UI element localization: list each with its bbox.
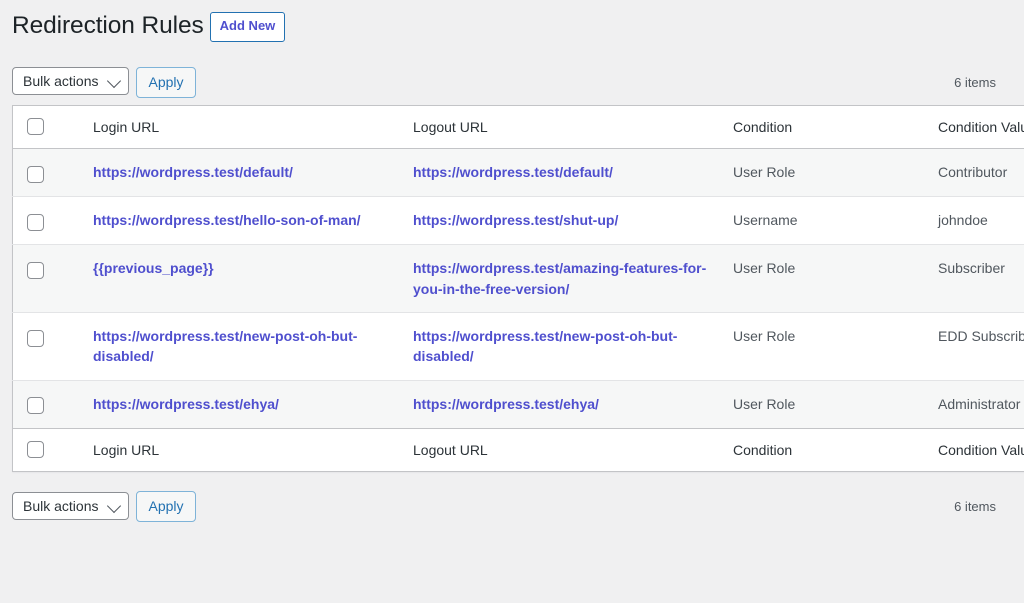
cell-login-url: https://wordpress.test/default/ — [83, 148, 403, 196]
logout-url-link[interactable]: https://wordpress.test/shut-up/ — [413, 212, 618, 228]
column-footer-condition[interactable]: Condition — [723, 428, 928, 472]
select-all-checkbox-top[interactable] — [27, 117, 44, 135]
cell-condition: User Role — [733, 327, 796, 344]
row-checkbox[interactable] — [27, 213, 44, 231]
select-all-header-bottom — [12, 428, 83, 472]
login-url-link[interactable]: {{previous_page}} — [93, 260, 214, 276]
items-count-bottom: 6 items — [954, 499, 996, 515]
logout-url-link[interactable]: https://wordpress.test/ehya/ — [413, 396, 599, 412]
column-header-condition[interactable]: Condition — [723, 105, 928, 149]
table-row: https://wordpress.test/ehya/ https://wor… — [12, 380, 1024, 429]
row-checkbox[interactable] — [27, 329, 44, 347]
column-footer-login-url[interactable]: Login URL — [83, 428, 403, 472]
cell-condition: User Role — [733, 163, 796, 180]
cell-login-url: https://wordpress.test/hello-son-of-man/ — [83, 197, 403, 245]
table-footer-row: Login URL Logout URL Condition Condition… — [12, 428, 1024, 472]
row-select-cell — [13, 197, 84, 245]
logout-url-link[interactable]: https://wordpress.test/new-post-oh-but-d… — [413, 328, 677, 364]
login-url-link[interactable]: https://wordpress.test/hello-son-of-man/ — [93, 212, 361, 228]
select-all-header-top — [12, 105, 83, 149]
cell-condition-value: Subscriber — [938, 260, 1005, 277]
row-checkbox[interactable] — [27, 165, 44, 183]
cell-login-url: https://wordpress.test/ehya/ — [83, 380, 403, 428]
cell-condition: Username — [733, 212, 798, 229]
table-row: https://wordpress.test/default/ https://… — [12, 148, 1024, 197]
cell-login-url: {{previous_page}} — [83, 245, 403, 313]
cell-condition-value: EDD Subscriber — [938, 327, 1024, 344]
row-checkbox[interactable] — [27, 262, 44, 280]
row-select-cell — [13, 245, 84, 313]
logout-url-link[interactable]: https://wordpress.test/default/ — [413, 164, 613, 180]
bulk-actions-select-top[interactable]: Bulk actions — [12, 67, 130, 96]
column-header-login-url[interactable]: Login URL — [83, 105, 403, 149]
apply-button-bottom[interactable]: Apply — [136, 491, 196, 523]
table-row: {{previous_page}} https://wordpress.test… — [12, 244, 1024, 313]
cell-condition-value: Contributor — [938, 163, 1008, 180]
redirection-rules-table: Login URL Logout URL Condition Condition… — [12, 105, 1024, 472]
row-checkbox[interactable] — [27, 397, 44, 415]
table-row: https://wordpress.test/new-post-oh-but-d… — [12, 312, 1024, 380]
page-title: Redirection Rules — [12, 12, 204, 40]
bulk-actions-wrapper-bottom: Bulk actions — [12, 491, 130, 520]
tablenav-bottom: Bulk actions Apply 6 items — [0, 484, 1024, 530]
table-head: Login URL Logout URL Condition Condition… — [12, 105, 1024, 149]
login-url-link[interactable]: https://wordpress.test/ehya/ — [93, 396, 279, 412]
cell-condition-value: johndoe — [938, 212, 988, 229]
select-all-checkbox-bottom[interactable] — [27, 440, 44, 458]
logout-url-link[interactable]: https://wordpress.test/amazing-features-… — [413, 260, 706, 296]
bulk-actions-select-bottom[interactable]: Bulk actions — [12, 491, 130, 520]
page-header: Redirection Rules Add New — [0, 0, 1024, 46]
row-select-cell — [13, 380, 84, 428]
apply-button-top[interactable]: Apply — [136, 66, 196, 98]
table-body: https://wordpress.test/default/ https://… — [12, 148, 1024, 429]
login-url-link[interactable]: https://wordpress.test/default/ — [93, 164, 293, 180]
tablenav-top: Bulk actions Apply 6 items — [0, 59, 1024, 105]
column-header-condition-value[interactable]: Condition Value — [928, 105, 1024, 149]
cell-condition: User Role — [733, 395, 796, 412]
table-foot: Login URL Logout URL Condition Condition… — [12, 428, 1024, 472]
items-count-top: 6 items — [954, 74, 996, 90]
column-footer-condition-value[interactable]: Condition Value — [928, 428, 1024, 472]
cell-condition-value: Administrator — [938, 395, 1021, 412]
cell-logout-url: https://wordpress.test/new-post-oh-but-d… — [403, 312, 723, 380]
row-select-cell — [13, 312, 84, 380]
cell-logout-url: https://wordpress.test/default/ — [403, 148, 723, 196]
column-footer-logout-url[interactable]: Logout URL — [403, 428, 723, 472]
row-select-cell — [13, 148, 84, 196]
bulk-actions-wrapper: Bulk actions — [12, 67, 130, 96]
cell-logout-url: https://wordpress.test/shut-up/ — [403, 197, 723, 245]
cell-logout-url: https://wordpress.test/ehya/ — [403, 380, 723, 428]
cell-logout-url: https://wordpress.test/amazing-features-… — [403, 245, 723, 313]
table-header-row: Login URL Logout URL Condition Condition… — [12, 105, 1024, 149]
add-new-button[interactable]: Add New — [209, 12, 286, 42]
column-header-logout-url[interactable]: Logout URL — [403, 105, 723, 149]
login-url-link[interactable]: https://wordpress.test/new-post-oh-but-d… — [93, 328, 357, 364]
cell-login-url: https://wordpress.test/new-post-oh-but-d… — [83, 312, 403, 380]
cell-condition: User Role — [733, 260, 796, 277]
table-row: https://wordpress.test/hello-son-of-man/… — [12, 196, 1024, 245]
